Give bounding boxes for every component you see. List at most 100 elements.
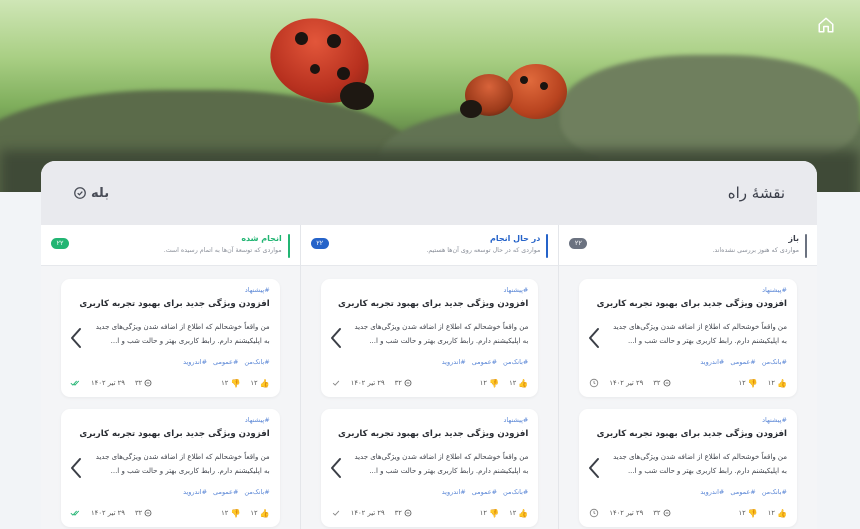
card-date: ۲۹ تیر ۱۴۰۲ xyxy=(609,379,643,387)
dislike-button[interactable]: 👎 ۱۲ xyxy=(738,509,757,518)
home-icon[interactable] xyxy=(817,16,835,34)
comments-count: ۳۲ xyxy=(135,509,152,517)
card-tag[interactable]: #بانک‌من xyxy=(762,488,787,496)
chevron-left-icon[interactable] xyxy=(69,327,83,349)
comments-count: ۳۲ xyxy=(135,379,152,387)
like-button[interactable]: 👍 ۱۲ xyxy=(250,379,269,388)
chevron-left-icon[interactable] xyxy=(329,327,343,349)
thumbs-up-icon: 👍 xyxy=(518,378,529,388)
card-category-tag[interactable]: #پیشنهاد xyxy=(503,416,528,424)
card-tag[interactable]: #عمومی xyxy=(213,358,238,366)
card-date: ۲۹ تیر ۱۴۰۲ xyxy=(609,509,643,517)
like-button[interactable]: 👍 ۱۲ xyxy=(768,509,787,518)
thumbs-up-icon: 👍 xyxy=(259,378,270,388)
dislike-button[interactable]: 👎 ۱۲ xyxy=(480,379,499,388)
thumbs-down-icon: 👎 xyxy=(489,378,500,388)
card-title: افزودن ویژگی جدید برای بهبود تجربه کاربر… xyxy=(338,429,529,439)
thumbs-down-icon: 👎 xyxy=(489,508,500,518)
roadmap-card[interactable]: #پیشنهاد افزودن ویژگی جدید برای بهبود تج… xyxy=(61,409,280,527)
column-subtitle: مواردی که در حال توسعه روی آن‌ها هستیم. xyxy=(426,247,541,254)
card-tags: #بانک‌من #عمومی #اندروید xyxy=(442,358,529,366)
like-button[interactable]: 👍 ۱۲ xyxy=(768,379,787,388)
like-count: ۱۲ xyxy=(250,509,258,517)
chevron-left-icon[interactable] xyxy=(587,327,601,349)
card-footer: 👍 ۱۲ 👎 ۱۲ ۳۲ ۲۹ تیر ۱۴۰۲ xyxy=(70,507,270,519)
card-tag[interactable]: #اندروید xyxy=(183,358,207,366)
comments-value: ۳۲ xyxy=(394,509,402,517)
dislike-button[interactable]: 👎 ۱۲ xyxy=(738,379,757,388)
card-body: من واقعاً خوشحالم که اطلاع از اضافه شدن … xyxy=(354,453,529,475)
comments-count: ۳۲ xyxy=(395,379,412,387)
chevron-left-icon[interactable] xyxy=(587,457,601,479)
like-button[interactable]: 👍 ۱۲ xyxy=(250,509,269,518)
double-check-icon xyxy=(70,508,81,518)
card-tag[interactable]: #اندروید xyxy=(700,488,724,496)
roadmap-card[interactable]: #پیشنهاد افزودن ویژگی جدید برای بهبود تج… xyxy=(579,409,797,527)
card-tag[interactable]: #بانک‌من xyxy=(503,358,528,366)
card-category-tag[interactable]: #پیشنهاد xyxy=(245,286,270,294)
like-count: ۱۲ xyxy=(509,379,517,387)
card-tag[interactable]: #اندروید xyxy=(700,358,724,366)
card-category-tag[interactable]: #پیشنهاد xyxy=(245,416,270,424)
roadmap-card[interactable]: #پیشنهاد افزودن ویژگی جدید برای بهبود تج… xyxy=(320,279,539,397)
check-circle-icon xyxy=(74,187,86,199)
panel-header: نقشهٔ راه بله xyxy=(41,161,817,225)
column-cards: #پیشنهاد افزودن ویژگی جدید برای بهبود تج… xyxy=(41,266,300,527)
dislike-count: ۱۲ xyxy=(221,379,229,387)
card-tag[interactable]: #بانک‌من xyxy=(503,488,528,496)
card-tag[interactable]: #عمومی xyxy=(472,488,497,496)
card-tag[interactable]: #اندروید xyxy=(183,488,207,496)
yes-button[interactable]: بله xyxy=(73,186,109,201)
card-tag[interactable]: #عمومی xyxy=(472,358,497,366)
card-footer: 👍 ۱۲ 👎 ۱۲ ۳۲ ۲۹ تیر ۱۴۰۲ xyxy=(589,377,787,389)
comment-icon xyxy=(144,379,152,387)
like-button[interactable]: 👍 ۱۲ xyxy=(509,509,528,518)
dislike-button[interactable]: 👎 ۱۲ xyxy=(221,379,240,388)
card-tags: #بانک‌من #عمومی #اندروید xyxy=(442,488,529,496)
roadmap-card[interactable]: #پیشنهاد افزودن ویژگی جدید برای بهبود تج… xyxy=(579,279,797,397)
card-category-tag[interactable]: #پیشنهاد xyxy=(762,286,787,294)
clock-icon xyxy=(589,378,599,388)
comments-count: ۳۲ xyxy=(395,509,412,517)
like-button[interactable]: 👍 ۱۲ xyxy=(509,379,528,388)
comment-icon xyxy=(663,379,670,387)
card-category-tag[interactable]: #پیشنهاد xyxy=(503,286,528,294)
chevron-left-icon[interactable] xyxy=(329,457,343,479)
roadmap-card[interactable]: #پیشنهاد افزودن ویژگی جدید برای بهبود تج… xyxy=(320,409,539,527)
card-tag[interactable]: #اندروید xyxy=(442,358,466,366)
card-tag[interactable]: #اندروید xyxy=(442,488,466,496)
card-footer: 👍 ۱۲ 👎 ۱۲ ۳۲ ۲۹ تیر ۱۴۰۲ xyxy=(331,507,528,519)
column-count-badge: ۲۲ xyxy=(310,238,329,249)
date-value: ۲۹ تیر ۱۴۰۲ xyxy=(350,509,385,517)
column-header: باز مواردی که هنوز بررسی نشده‌اند. ۲۲ xyxy=(559,225,817,266)
dislike-count: ۱۲ xyxy=(738,379,746,387)
column-header: در حال انجام مواردی که در حال توسعه روی … xyxy=(300,225,559,266)
dislike-button[interactable]: 👎 ۱۲ xyxy=(480,509,499,518)
card-body: من واقعاً خوشحالم که اطلاع از اضافه شدن … xyxy=(613,453,787,475)
card-tag[interactable]: #بانک‌من xyxy=(762,358,787,366)
column-subtitle: مواردی که هنوز بررسی نشده‌اند. xyxy=(712,247,799,254)
card-tag[interactable]: #عمومی xyxy=(730,358,755,366)
column-accent-bar xyxy=(287,234,290,258)
card-tag[interactable]: #عمومی xyxy=(730,488,755,496)
card-body: من واقعاً خوشحالم که اطلاع از اضافه شدن … xyxy=(95,323,270,345)
column-subtitle: مواردی که توسعهٔ آن‌ها به اتمام رسیده اس… xyxy=(163,247,282,254)
roadmap-panel: نقشهٔ راه بله باز مواردی که هنوز بررسی ن… xyxy=(41,161,817,529)
dislike-button[interactable]: 👎 ۱۲ xyxy=(221,509,240,518)
card-tag[interactable]: #بانک‌من xyxy=(244,358,269,366)
date-value: ۲۹ تیر ۱۴۰۲ xyxy=(91,379,125,387)
dislike-count: ۱۲ xyxy=(221,509,229,517)
column-cards: #پیشنهاد افزودن ویژگی جدید برای بهبود تج… xyxy=(559,266,817,527)
card-title: افزودن ویژگی جدید برای بهبود تجربه کاربر… xyxy=(596,299,787,309)
roadmap-card[interactable]: #پیشنهاد افزودن ویژگی جدید برای بهبود تج… xyxy=(61,279,280,397)
card-category-tag[interactable]: #پیشنهاد xyxy=(762,416,787,424)
card-tag[interactable]: #بانک‌من xyxy=(244,488,269,496)
card-date: ۲۹ تیر ۱۴۰۲ xyxy=(91,379,125,387)
card-footer: 👍 ۱۲ 👎 ۱۲ ۳۲ ۲۹ تیر ۱۴۰۲ xyxy=(331,377,528,389)
roadmap-column-1: در حال انجام مواردی که در حال توسعه روی … xyxy=(299,225,559,529)
card-footer: 👍 ۱۲ 👎 ۱۲ ۳۲ ۲۹ تیر ۱۴۰۲ xyxy=(589,507,787,519)
chevron-left-icon[interactable] xyxy=(69,457,83,479)
comments-value: ۳۲ xyxy=(653,509,661,517)
column-cards: #پیشنهاد افزودن ویژگی جدید برای بهبود تج… xyxy=(301,266,559,527)
card-tag[interactable]: #عمومی xyxy=(213,488,238,496)
